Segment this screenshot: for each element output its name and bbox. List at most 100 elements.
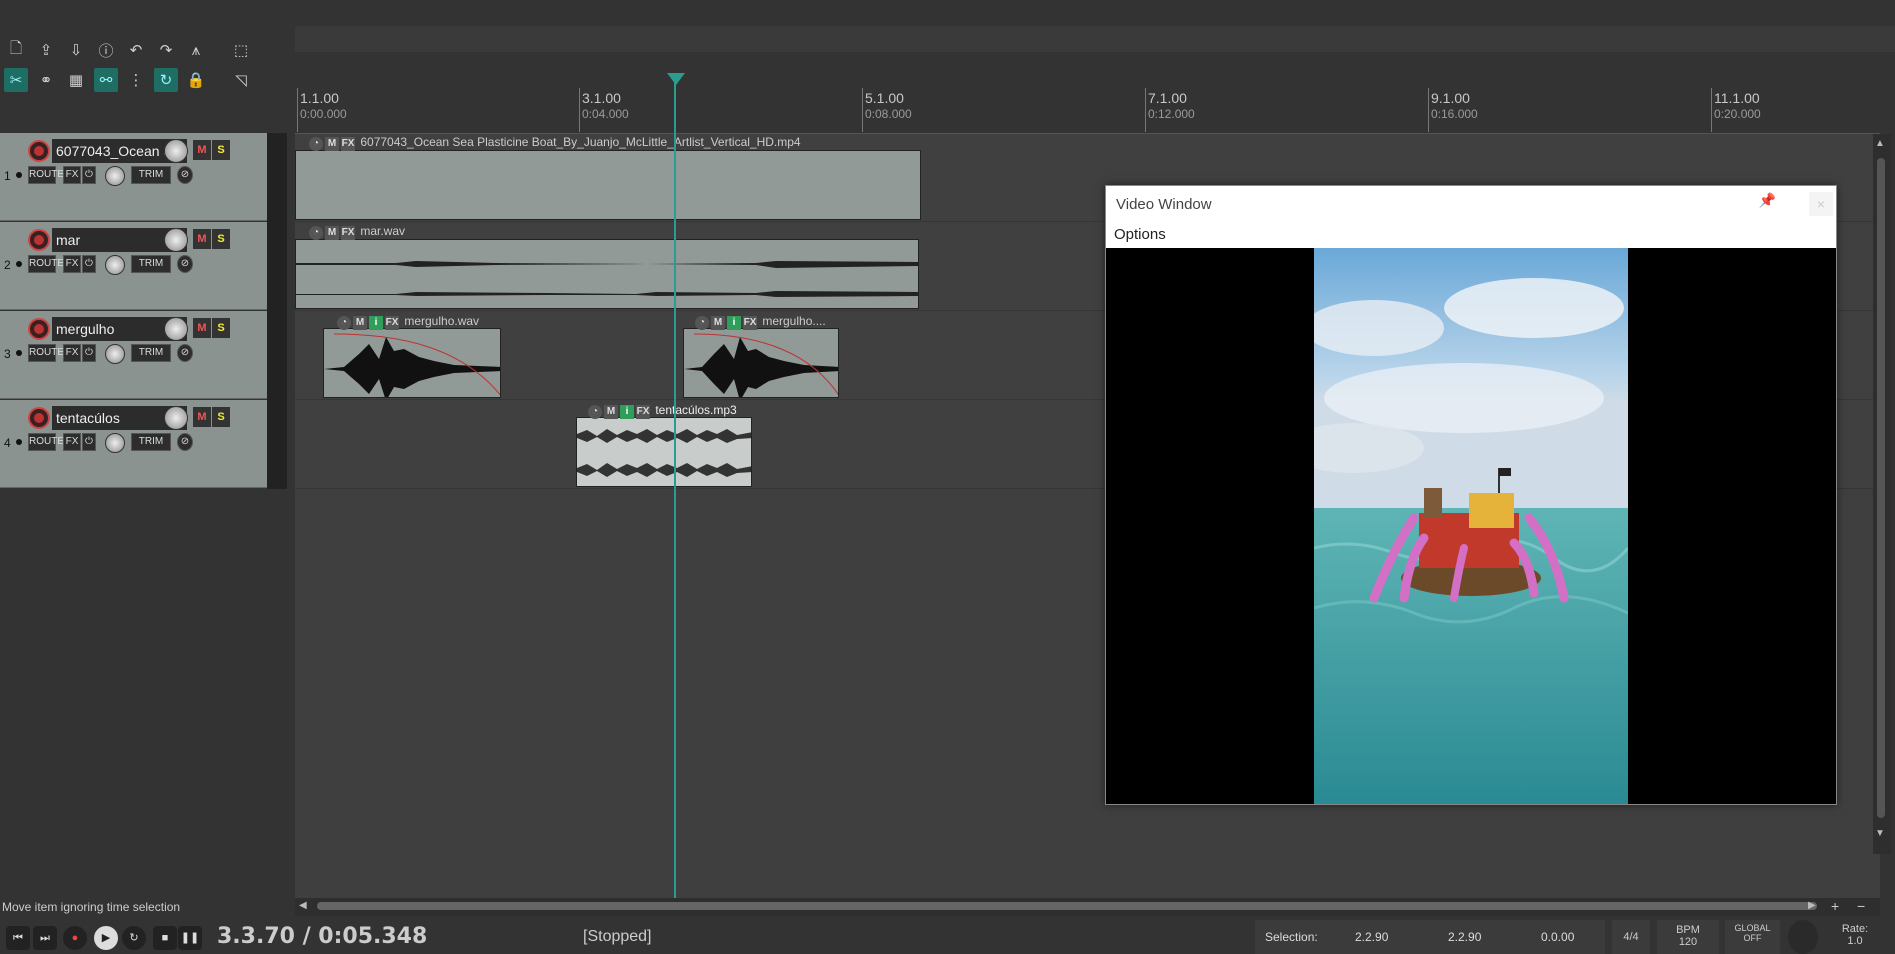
global-automation[interactable]: GLOBAL OFF <box>1725 920 1780 954</box>
play-icon[interactable]: ▶ <box>94 926 118 950</box>
item-lock-icon[interactable]: ◔ <box>309 137 323 151</box>
pan-knob[interactable] <box>105 166 125 186</box>
project-settings-icon[interactable]: ⓘ <box>94 38 118 62</box>
item-lock-icon[interactable]: ◔ <box>337 316 351 330</box>
selection-end[interactable]: 2.2.90 <box>1448 930 1481 944</box>
route-button[interactable]: ROUTE <box>28 344 64 362</box>
go-to-start-icon[interactable]: ⏮ <box>6 926 30 950</box>
snap-icon[interactable]: ⋮ <box>124 68 148 92</box>
options-menu[interactable]: Options <box>1114 226 1166 243</box>
selection-icon[interactable]: ⬚ <box>229 38 253 62</box>
open-project-icon[interactable]: ⇪ <box>34 38 58 62</box>
media-item-video[interactable] <box>295 150 921 220</box>
fx-bypass-icon[interactable]: ⏻ <box>82 255 96 273</box>
track-4-header[interactable]: 4 tentacúlos M S ROUTE FX ⏻ TRIM ⊘ <box>0 400 267 488</box>
track-3-header[interactable]: 3 mergulho M S ROUTE FX ⏻ TRIM ⊘ <box>0 311 267 399</box>
zoom-out-icon[interactable]: − <box>1857 898 1865 914</box>
rate-display[interactable]: Rate: 1.0 <box>1830 920 1880 954</box>
pan-knob[interactable] <box>105 433 125 453</box>
scroll-left-icon[interactable]: ◀ <box>299 900 307 911</box>
item-fx-button[interactable]: FX <box>743 316 757 330</box>
save-project-icon[interactable]: ⇩ <box>64 38 88 62</box>
lock-icon[interactable]: 🔒 <box>184 68 208 92</box>
item-mute-button[interactable]: M <box>711 316 725 330</box>
solo-button[interactable]: S <box>212 140 230 160</box>
trim-button[interactable]: TRIM <box>131 255 171 273</box>
item-lock-icon[interactable]: ◔ <box>309 226 323 240</box>
phase-icon[interactable]: ⊘ <box>177 166 193 184</box>
mute-button[interactable]: M <box>193 229 211 249</box>
record-mode-icon[interactable] <box>16 261 22 267</box>
new-project-icon[interactable]: 🗋 <box>4 38 28 62</box>
video-window[interactable]: Video Window 📌 × Options <box>1105 185 1837 805</box>
fx-button[interactable]: FX <box>63 166 81 184</box>
fx-bypass-icon[interactable]: ⏻ <box>82 166 96 184</box>
item-grouping-icon[interactable]: ⚭ <box>34 68 58 92</box>
solo-button[interactable]: S <box>212 318 230 338</box>
route-button[interactable]: ROUTE <box>28 166 64 184</box>
route-button[interactable]: ROUTE <box>28 255 64 273</box>
scroll-thumb[interactable] <box>1877 158 1885 818</box>
metronome-icon[interactable]: ⩚ <box>184 38 208 62</box>
timeline-ruler[interactable]: 1.1.00 0:00.000 3.1.00 0:04.000 5.1.00 0… <box>295 88 1880 134</box>
fx-button[interactable]: FX <box>63 433 81 451</box>
volume-knob[interactable] <box>164 317 188 341</box>
time-signature[interactable]: 4/4 <box>1612 920 1650 954</box>
mute-button[interactable]: M <box>193 318 211 338</box>
playrate-knob[interactable] <box>1788 920 1818 954</box>
trim-button[interactable]: TRIM <box>131 344 171 362</box>
media-item-mar[interactable] <box>295 239 919 309</box>
item-fx-button[interactable]: FX <box>341 137 355 151</box>
solo-button[interactable]: S <box>212 407 230 427</box>
trim-button[interactable]: TRIM <box>131 166 171 184</box>
redo-icon[interactable]: ↷ <box>154 38 178 62</box>
phase-icon[interactable]: ⊘ <box>177 344 193 362</box>
tempo-display[interactable]: BPM 120 <box>1657 920 1719 954</box>
fx-bypass-icon[interactable]: ⏻ <box>82 344 96 362</box>
fx-button[interactable]: FX <box>63 344 81 362</box>
repeat-icon[interactable]: ↻ <box>122 926 146 950</box>
track-1-header[interactable]: 1 6077043_Ocean S M S ROUTE FX ⏻ TRIM ⊘ <box>0 133 267 221</box>
stop-icon[interactable]: ■ <box>153 926 177 950</box>
pan-knob[interactable] <box>105 344 125 364</box>
envelope-link-icon[interactable]: ⚯ <box>94 68 118 92</box>
pin-icon[interactable]: 📌 <box>1759 192 1776 209</box>
record-mode-icon[interactable] <box>16 439 22 445</box>
loop-icon[interactable]: ↻ <box>154 68 178 92</box>
zoom-in-icon[interactable]: + <box>1831 898 1839 914</box>
item-mute-button[interactable]: M <box>325 226 339 240</box>
go-to-end-icon[interactable]: ⏭ <box>33 926 57 950</box>
item-fx-button[interactable]: FX <box>385 316 399 330</box>
pause-icon[interactable]: ❚❚ <box>178 926 202 950</box>
mute-button[interactable]: M <box>193 140 211 160</box>
item-info-button[interactable]: i <box>369 316 383 330</box>
scroll-up-icon[interactable]: ▲ <box>1875 138 1885 149</box>
solo-button[interactable]: S <box>212 229 230 249</box>
record-icon[interactable]: ● <box>63 926 87 950</box>
automation-icon[interactable]: ◹ <box>229 68 253 92</box>
close-button[interactable]: × <box>1809 192 1833 216</box>
scroll-right-icon[interactable]: ▶ <box>1808 900 1816 911</box>
video-display[interactable] <box>1106 248 1836 804</box>
media-item-tentaculos[interactable] <box>576 417 752 487</box>
media-item-mergulho-1[interactable] <box>323 328 501 398</box>
edit-cursor-marker[interactable] <box>667 73 685 85</box>
track-2-header[interactable]: 2 mar M S ROUTE FX ⏻ TRIM ⊘ <box>0 222 267 310</box>
play-cursor[interactable] <box>674 80 676 898</box>
item-fx-button[interactable]: FX <box>636 405 650 419</box>
pan-knob[interactable] <box>105 255 125 275</box>
item-lock-icon[interactable]: ◔ <box>588 405 602 419</box>
scroll-thumb[interactable] <box>317 902 1817 910</box>
item-lock-icon[interactable]: ◔ <box>695 316 709 330</box>
fx-bypass-icon[interactable]: ⏻ <box>82 433 96 451</box>
route-button[interactable]: ROUTE <box>28 433 64 451</box>
region-bar[interactable] <box>295 26 1895 52</box>
record-arm-button[interactable] <box>28 407 50 429</box>
scroll-down-icon[interactable]: ▼ <box>1875 828 1885 839</box>
fx-button[interactable]: FX <box>63 255 81 273</box>
record-arm-button[interactable] <box>28 229 50 251</box>
phase-icon[interactable]: ⊘ <box>177 255 193 273</box>
ripple-edit-icon[interactable]: ✂ <box>4 68 28 92</box>
undo-icon[interactable]: ↶ <box>124 38 148 62</box>
volume-knob[interactable] <box>164 406 188 430</box>
